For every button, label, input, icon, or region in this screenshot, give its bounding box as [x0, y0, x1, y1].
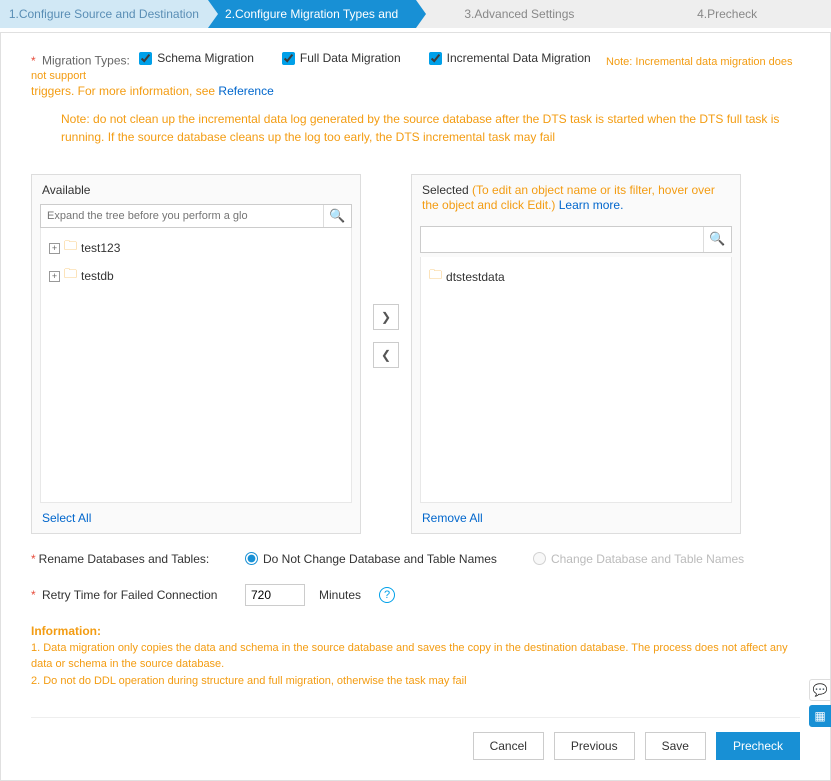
selected-item-label: dtstestdata: [446, 270, 505, 284]
chat-icon[interactable]: 💬: [809, 679, 831, 701]
available-panel: Available 🔍 + 🗀 test123 + 🗀 testdb Selec…: [31, 174, 361, 534]
available-search-button[interactable]: 🔍: [323, 205, 351, 227]
expand-icon[interactable]: +: [49, 243, 60, 254]
remove-all-link[interactable]: Remove All: [422, 511, 483, 525]
stepper: 1.Configure Source and Destination 2.Con…: [0, 0, 831, 28]
incremental-migration-checkbox[interactable]: Incremental Data Migration: [429, 51, 591, 65]
reference-link[interactable]: Reference: [218, 84, 273, 98]
folder-icon: 🗀: [64, 265, 77, 287]
chevron-left-icon: ❮: [381, 348, 391, 362]
selected-panel: Selected (To edit an object name or its …: [411, 174, 741, 534]
select-all-link[interactable]: Select All: [42, 511, 91, 525]
cleanup-warning: Note: do not clean up the incremental da…: [61, 110, 800, 146]
config-panel: * Migration Types: Schema Migration Full…: [0, 32, 831, 781]
apps-icon[interactable]: ▦: [809, 705, 831, 727]
selected-search-input[interactable]: [421, 227, 703, 252]
rename-row: *Rename Databases and Tables: Do Not Cha…: [31, 552, 800, 566]
previous-button[interactable]: Previous: [554, 732, 635, 760]
available-tree: + 🗀 test123 + 🗀 testdb: [40, 228, 352, 502]
information-block: Information: 1. Data migration only copi…: [31, 622, 800, 690]
selected-list: 🗀 dtstestdata: [420, 257, 732, 503]
retry-unit: Minutes: [319, 588, 361, 602]
tree-item-testdb[interactable]: + 🗀 testdb: [47, 262, 345, 290]
transfer-container: Available 🔍 + 🗀 test123 + 🗀 testdb Selec…: [31, 174, 800, 534]
save-button[interactable]: Save: [645, 732, 706, 760]
rename-change-radio[interactable]: Change Database and Table Names: [533, 552, 744, 566]
available-search-input[interactable]: [41, 205, 323, 227]
step-2[interactable]: 2.Configure Migration Types and: [208, 0, 416, 28]
cancel-button[interactable]: Cancel: [473, 732, 544, 760]
folder-icon: 🗀: [64, 237, 77, 259]
step-4: 4.Precheck: [623, 0, 831, 28]
tree-item-label: test123: [81, 241, 120, 255]
step-1[interactable]: 1.Configure Source and Destination: [0, 0, 208, 28]
move-left-button[interactable]: ❮: [373, 342, 399, 368]
step-3: 3.Advanced Settings: [416, 0, 624, 28]
selected-search-button[interactable]: 🔍: [703, 227, 731, 252]
tree-item-test123[interactable]: + 🗀 test123: [47, 234, 345, 262]
footer-buttons: Cancel Previous Save Precheck: [31, 717, 800, 760]
available-title: Available: [32, 175, 360, 205]
help-icon[interactable]: ?: [379, 587, 395, 603]
triggers-text: triggers. For more information, see: [31, 84, 218, 98]
info-line-1: 1. Data migration only copies the data a…: [31, 640, 800, 673]
learn-more-link[interactable]: Learn more.: [559, 198, 624, 212]
rename-label: Rename Databases and Tables:: [39, 552, 210, 566]
precheck-button[interactable]: Precheck: [716, 732, 800, 760]
search-icon: 🔍: [329, 208, 345, 224]
search-icon: 🔍: [709, 231, 725, 247]
tree-item-label: testdb: [81, 269, 114, 283]
chevron-right-icon: ❯: [381, 310, 391, 324]
expand-icon[interactable]: +: [49, 271, 60, 282]
info-line-2: 2. Do not do DDL operation during struct…: [31, 673, 800, 690]
migration-types-row: * Migration Types: Schema Migration Full…: [31, 51, 800, 82]
migration-types-label: Migration Types:: [42, 54, 130, 68]
retry-row: * Retry Time for Failed Connection Minut…: [31, 584, 800, 606]
move-right-button[interactable]: ❯: [373, 304, 399, 330]
info-title: Information:: [31, 622, 800, 640]
full-data-migration-checkbox[interactable]: Full Data Migration: [282, 51, 401, 65]
transfer-arrows: ❯ ❮: [373, 304, 399, 368]
schema-migration-checkbox[interactable]: Schema Migration: [139, 51, 254, 65]
retry-time-input[interactable]: [245, 584, 305, 606]
required-asterisk: *: [31, 54, 36, 68]
selected-title: Selected (To edit an object name or its …: [412, 175, 740, 220]
retry-label: Retry Time for Failed Connection: [42, 588, 217, 602]
folder-icon: 🗀: [429, 266, 442, 288]
float-icons: 💬 ▦: [809, 679, 831, 727]
rename-no-change-radio[interactable]: Do Not Change Database and Table Names: [245, 552, 497, 566]
selected-item-dtstestdata[interactable]: 🗀 dtstestdata: [427, 263, 725, 291]
